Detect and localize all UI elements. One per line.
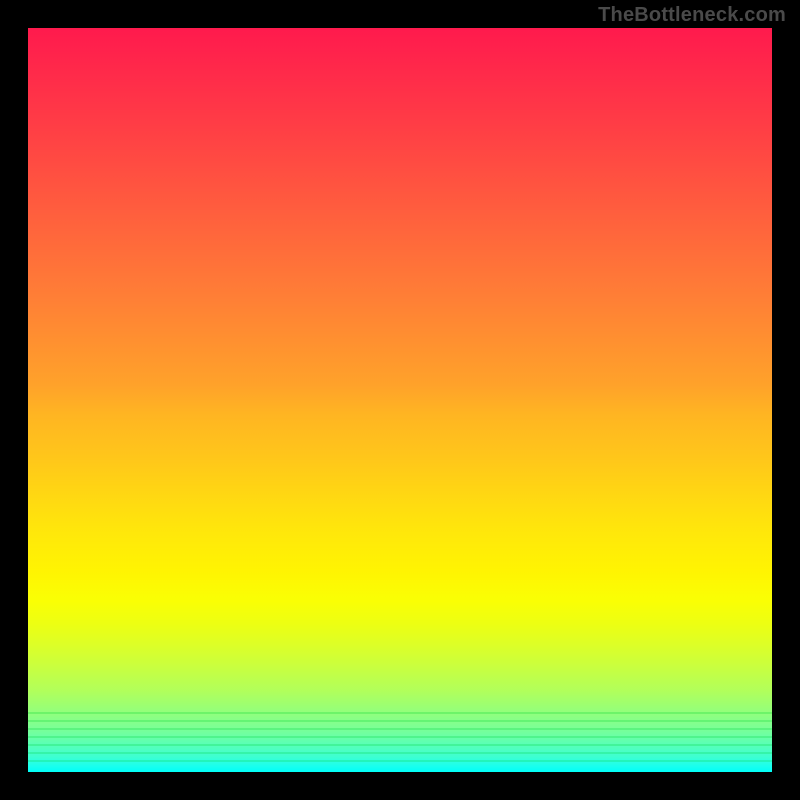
- grid-band: [28, 728, 772, 730]
- background-gradient: [28, 28, 772, 772]
- plot-area: [28, 28, 772, 772]
- grid-band: [28, 736, 772, 738]
- grid-band: [28, 744, 772, 746]
- chart-frame: TheBottleneck.com: [0, 0, 800, 800]
- grid-band: [28, 752, 772, 754]
- watermark-label: TheBottleneck.com: [598, 4, 786, 27]
- grid-band: [28, 760, 772, 762]
- grid-band: [28, 720, 772, 722]
- grid-band: [28, 712, 772, 714]
